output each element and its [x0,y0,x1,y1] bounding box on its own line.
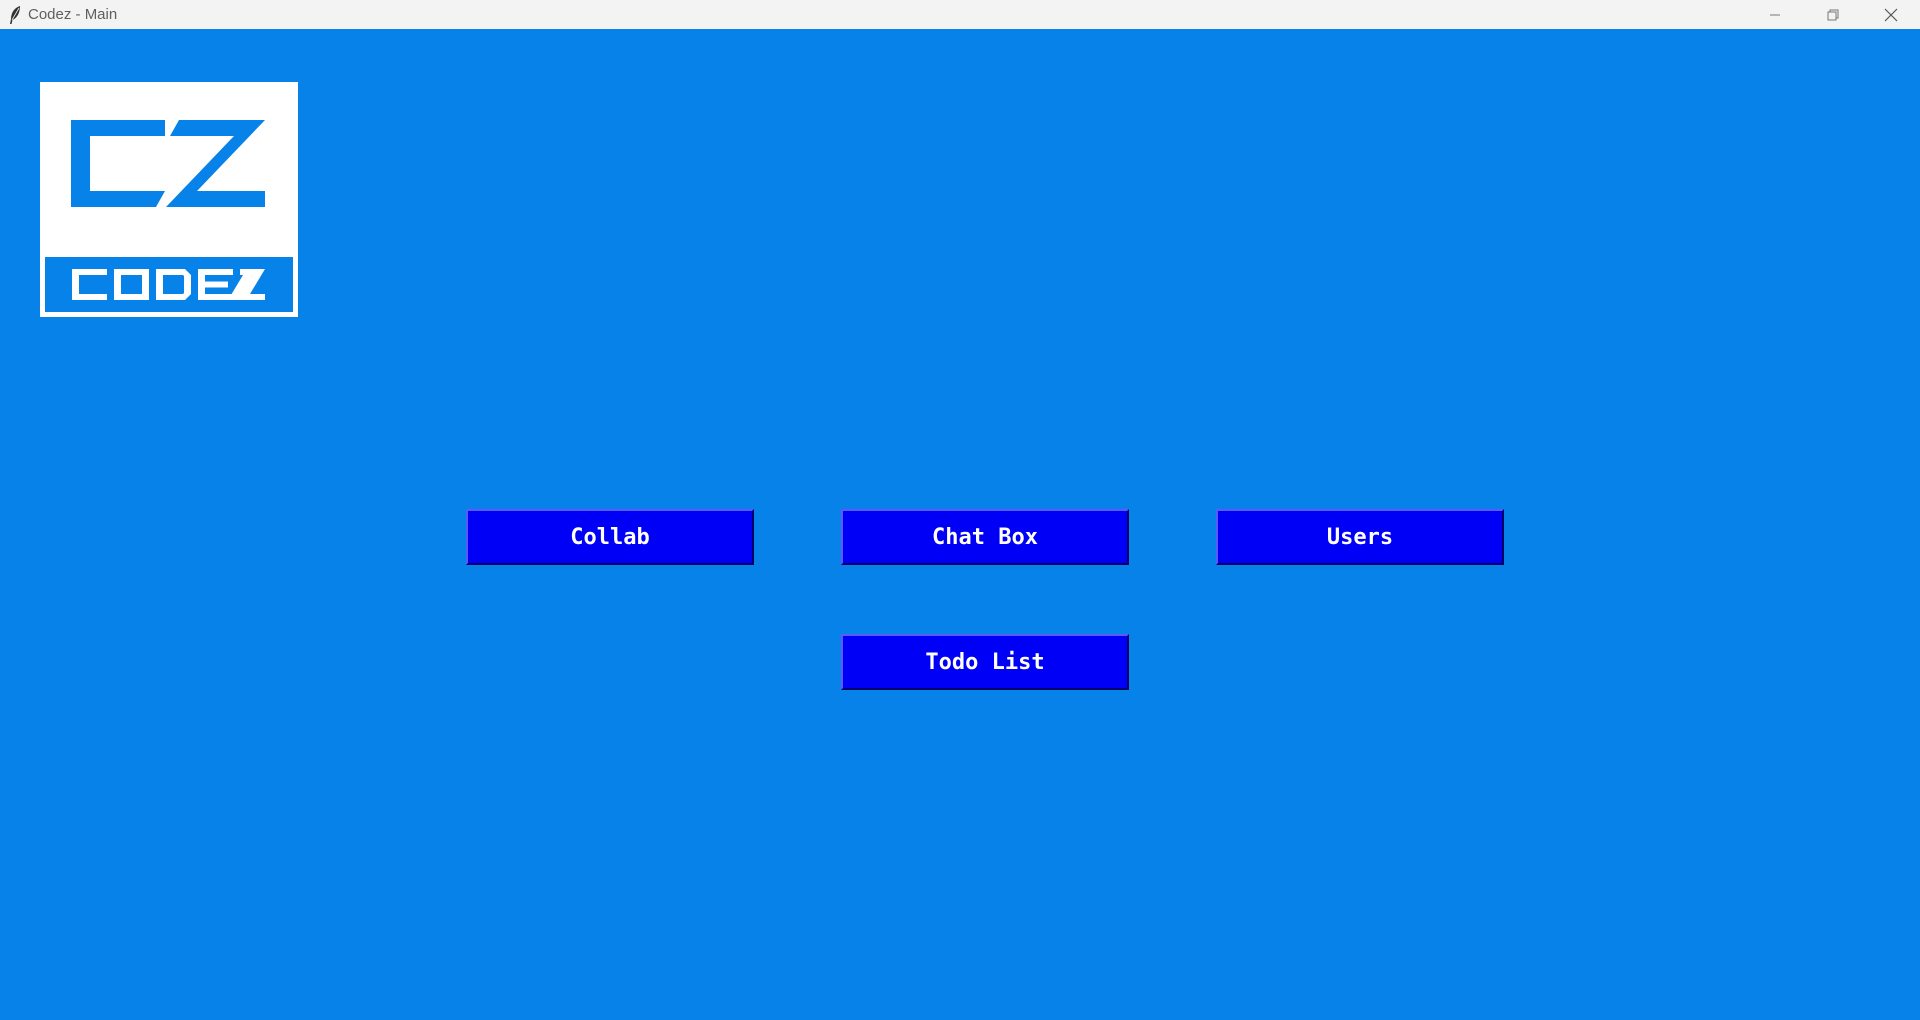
todo-list-button[interactable]: Todo List [841,634,1129,690]
minimize-button[interactable] [1746,0,1804,29]
close-icon [1884,8,1898,21]
feather-icon [5,5,25,25]
codez-logo [40,82,298,317]
title-bar[interactable]: Codez - Main [0,0,1920,29]
window-title: Codez - Main [28,6,118,23]
users-button[interactable]: Users [1216,509,1504,565]
main-window: Codez - Main Collab Chat Box Users Todo … [0,0,1920,1020]
restore-button[interactable] [1804,0,1862,29]
collab-button[interactable]: Collab [466,509,754,565]
chat-box-button[interactable]: Chat Box [841,509,1129,565]
close-button[interactable] [1862,0,1920,29]
window-controls [1746,0,1920,29]
restore-icon [1827,9,1839,20]
minimize-icon [1770,14,1780,15]
